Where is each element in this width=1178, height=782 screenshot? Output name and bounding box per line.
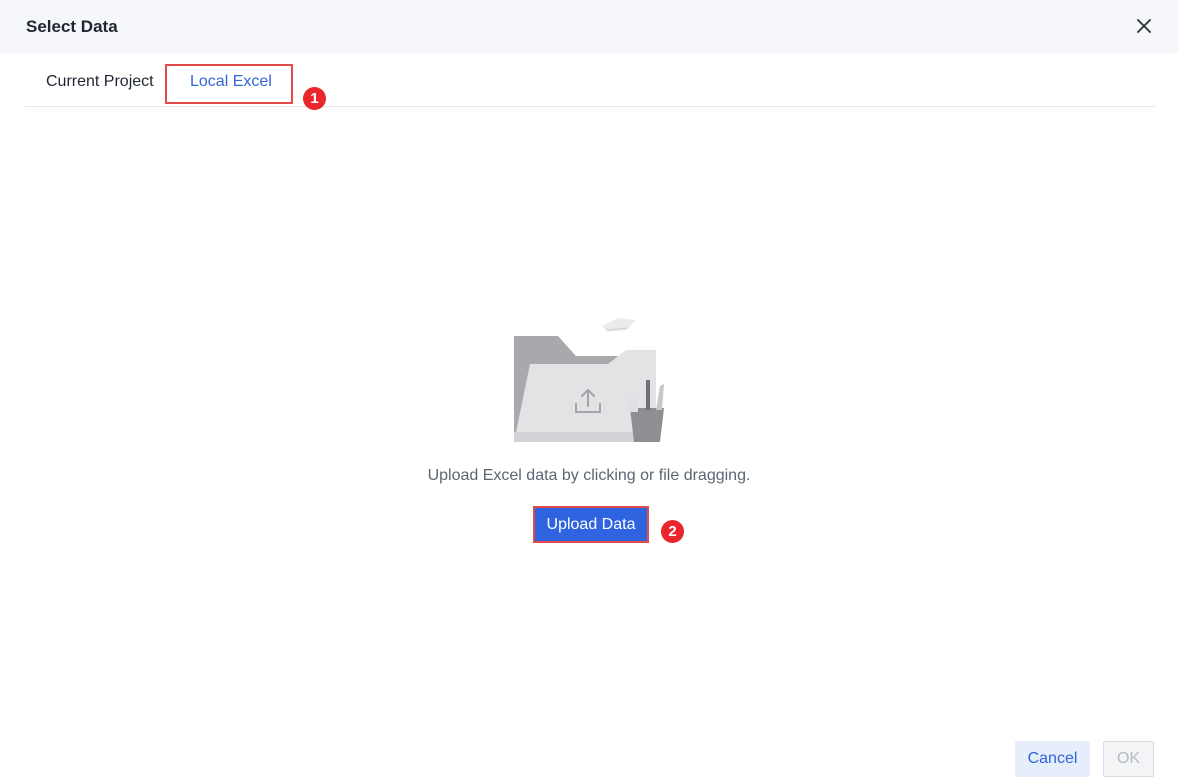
upload-data-button[interactable]: Upload Data (533, 506, 649, 543)
select-data-dialog: Select Data Current Project Local Excel … (0, 0, 1178, 782)
close-button[interactable] (1131, 13, 1157, 39)
tab-bar: Current Project Local Excel (25, 53, 1155, 107)
step-badge-2: 2 (661, 520, 684, 543)
dialog-title: Select Data (26, 17, 118, 36)
step-badge-1: 1 (303, 87, 326, 110)
dialog-header: Select Data (0, 0, 1178, 53)
tab-current-project[interactable]: Current Project (46, 73, 154, 91)
folder-upload-icon (510, 312, 670, 446)
upload-hint-text: Upload Excel data by clicking or file dr… (427, 467, 751, 484)
tab-local-excel[interactable]: Local Excel (190, 73, 272, 91)
ok-button[interactable]: OK (1103, 741, 1154, 777)
cancel-button[interactable]: Cancel (1015, 741, 1090, 777)
close-icon (1137, 19, 1151, 33)
